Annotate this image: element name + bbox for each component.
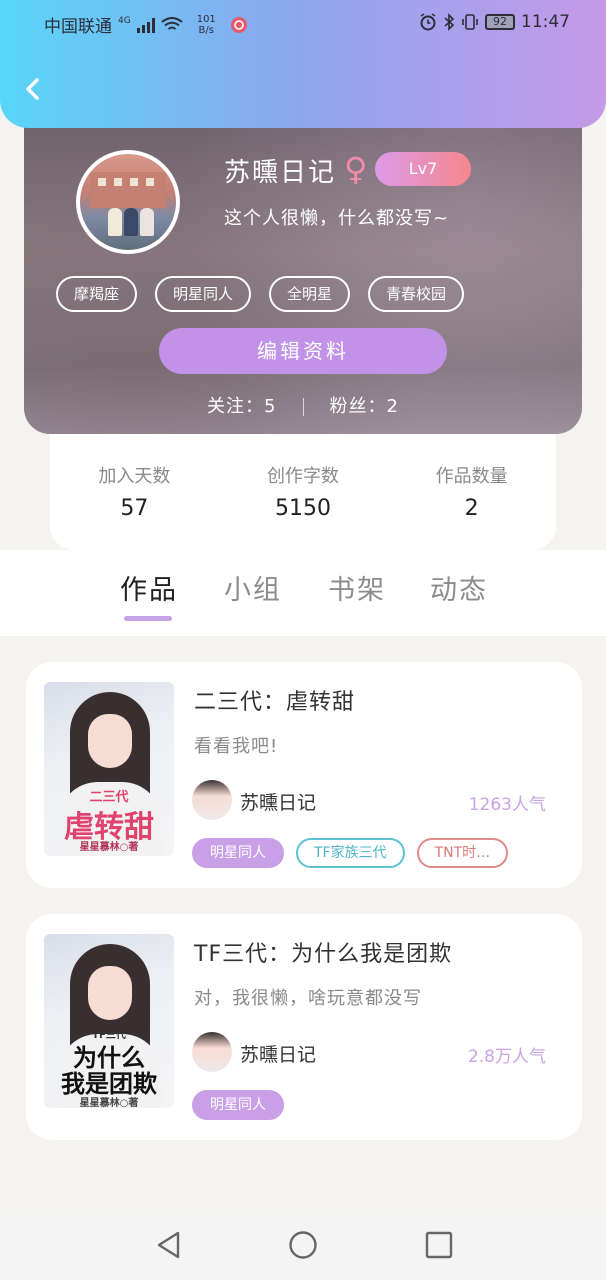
clock-time: 11:47	[521, 12, 570, 32]
alarm-icon	[420, 13, 436, 31]
follow-stats: 关注：5 粉丝：2	[24, 392, 582, 418]
battery-icon: 92	[485, 14, 515, 30]
profile-card: 苏曛日记 ♀ Lv7 这个人很懒，什么都没写~ 摩羯座 明星同人 全明星 青春校…	[24, 100, 582, 434]
work-tag[interactable]: 明星同人	[192, 1090, 284, 1120]
profile-tags: 摩羯座 明星同人 全明星 青春校园	[56, 276, 465, 312]
bluetooth-icon	[444, 13, 455, 31]
work-description: 看看我吧!	[194, 736, 279, 757]
nav-back-icon[interactable]	[154, 1230, 184, 1260]
network-label: 4G	[118, 15, 131, 26]
network-speed: 101 B/s	[196, 13, 216, 36]
author-name: 苏曛日记	[240, 792, 317, 814]
edit-profile-button[interactable]: 编辑资料	[159, 328, 447, 374]
stat-word-count: 创作字数 5150	[267, 466, 339, 521]
work-tag[interactable]: TNT时…	[416, 838, 509, 868]
work-card[interactable]: TF三代 为什么 我是团欺 星星慕林○著 TF三代：为什么我是团欺 对，我很懒，…	[26, 914, 582, 1140]
user-bio: 这个人很懒，什么都没写~	[224, 208, 450, 229]
nav-home-icon[interactable]	[288, 1230, 318, 1260]
back-arrow-icon[interactable]	[18, 74, 48, 104]
popularity-count: 1263人气	[468, 795, 546, 815]
carrier-label: 中国联通	[44, 17, 112, 37]
work-card[interactable]: 二三代 虐转甜 星星慕林○著 二三代：虐转甜 看看我吧! 苏曛日记 1263人气…	[26, 662, 582, 888]
work-title: TF三代：为什么我是团欺	[194, 942, 453, 967]
tab-activity[interactable]: 动态	[430, 568, 488, 607]
wifi-icon	[161, 16, 183, 30]
work-tags: 明星同人 TF家族三代 TNT时…	[192, 838, 509, 868]
work-tags: 明星同人	[192, 1090, 284, 1120]
status-bar: 中国联通 4G 101 B/s 92 11:47	[0, 0, 606, 48]
tab-bar: 作品 小组 书架 动态	[0, 550, 606, 636]
book-cover[interactable]: TF三代 为什么 我是团欺 星星慕林○著	[44, 934, 174, 1108]
stat-join-days: 加入天数 57	[98, 466, 171, 521]
author-name: 苏曛日记	[240, 1044, 317, 1066]
work-title: 二三代：虐转甜	[194, 690, 356, 715]
work-tag[interactable]: 明星同人	[192, 838, 284, 868]
work-tag[interactable]: TF家族三代	[296, 838, 405, 868]
profile-tag[interactable]: 全明星	[269, 276, 351, 312]
profile-tag[interactable]: 明星同人	[155, 276, 252, 312]
profile-tag[interactable]: 青春校园	[368, 276, 465, 312]
work-description: 对，我很懒，啥玩意都没写	[194, 988, 422, 1009]
popularity-count: 2.8万人气	[467, 1047, 546, 1067]
book-cover[interactable]: 二三代 虐转甜 星星慕林○著	[44, 682, 174, 856]
tab-indicator	[124, 616, 172, 621]
profile-tag[interactable]: 摩羯座	[56, 276, 138, 312]
stats-card: 加入天数 57 创作字数 5150 作品数量 2	[50, 420, 556, 550]
level-badge: Lv7	[375, 152, 471, 186]
following-count[interactable]: 关注：5	[207, 396, 276, 417]
user-name: 苏曛日记	[224, 158, 337, 188]
author-avatar	[192, 1032, 232, 1072]
female-icon: ♀	[344, 150, 368, 188]
signal-icon	[136, 17, 155, 33]
tab-works[interactable]: 作品	[120, 568, 178, 607]
system-nav-bar	[0, 1212, 606, 1280]
nav-recents-icon[interactable]	[424, 1230, 454, 1260]
divider	[302, 398, 304, 416]
avatar[interactable]	[76, 150, 180, 254]
vibrate-icon	[462, 14, 478, 30]
tab-groups[interactable]: 小组	[224, 568, 282, 607]
tab-bookshelf[interactable]: 书架	[328, 568, 386, 607]
app-notification-icon	[230, 16, 247, 33]
stat-work-count: 作品数量 2	[435, 466, 508, 521]
author-avatar	[192, 780, 232, 820]
fans-count[interactable]: 粉丝：2	[330, 396, 399, 417]
